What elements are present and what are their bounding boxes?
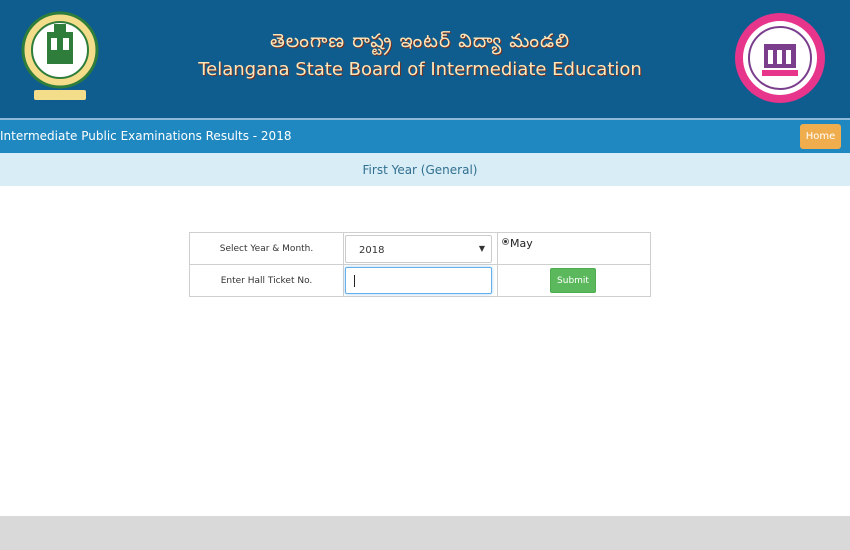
- home-button[interactable]: Home: [800, 124, 841, 149]
- year-month-row: Select Year & Month. 2018 ▼ May: [189, 232, 651, 265]
- government-seal-icon: [21, 11, 99, 100]
- submit-cell: Submit: [497, 264, 651, 297]
- header-banner: తెలంగాణ రాష్ట్ర ఇంటర్ విద్యా మండలి Telan…: [0, 0, 850, 120]
- results-form: Select Year & Month. 2018 ▼ May Enter Ha…: [189, 232, 651, 297]
- month-radio-label: May: [510, 237, 533, 250]
- year-cell: 2018 ▼: [343, 232, 498, 265]
- board-emblem-icon: [735, 13, 825, 103]
- month-cell: May: [497, 232, 651, 265]
- subheader-bar: First Year (General): [0, 153, 850, 186]
- footer-bar: [0, 516, 850, 550]
- hall-ticket-input[interactable]: [345, 267, 492, 294]
- hall-ticket-cell: [343, 264, 498, 297]
- hall-ticket-label: Enter Hall Ticket No.: [189, 264, 344, 297]
- results-title: Intermediate Public Examinations Results…: [0, 129, 292, 143]
- submit-button[interactable]: Submit: [550, 268, 596, 293]
- year-month-label: Select Year & Month.: [189, 232, 344, 265]
- text-cursor: [354, 275, 355, 287]
- radio-selected-dot: [504, 240, 507, 243]
- board-title-english: Telangana State Board of Intermediate Ed…: [198, 59, 642, 80]
- dropdown-caret-icon: ▼: [478, 244, 485, 253]
- month-radio-button[interactable]: [502, 238, 509, 245]
- board-title-telugu: తెలంగాణ రాష్ట్ర ఇంటర్ విద్యా మండలి: [269, 30, 571, 52]
- stream-title: First Year (General): [362, 163, 478, 177]
- year-select-value: 2018: [359, 245, 385, 256]
- hall-ticket-row: Enter Hall Ticket No. Submit: [189, 264, 651, 297]
- navbar: Intermediate Public Examinations Results…: [0, 120, 850, 153]
- year-select[interactable]: 2018 ▼: [345, 235, 492, 263]
